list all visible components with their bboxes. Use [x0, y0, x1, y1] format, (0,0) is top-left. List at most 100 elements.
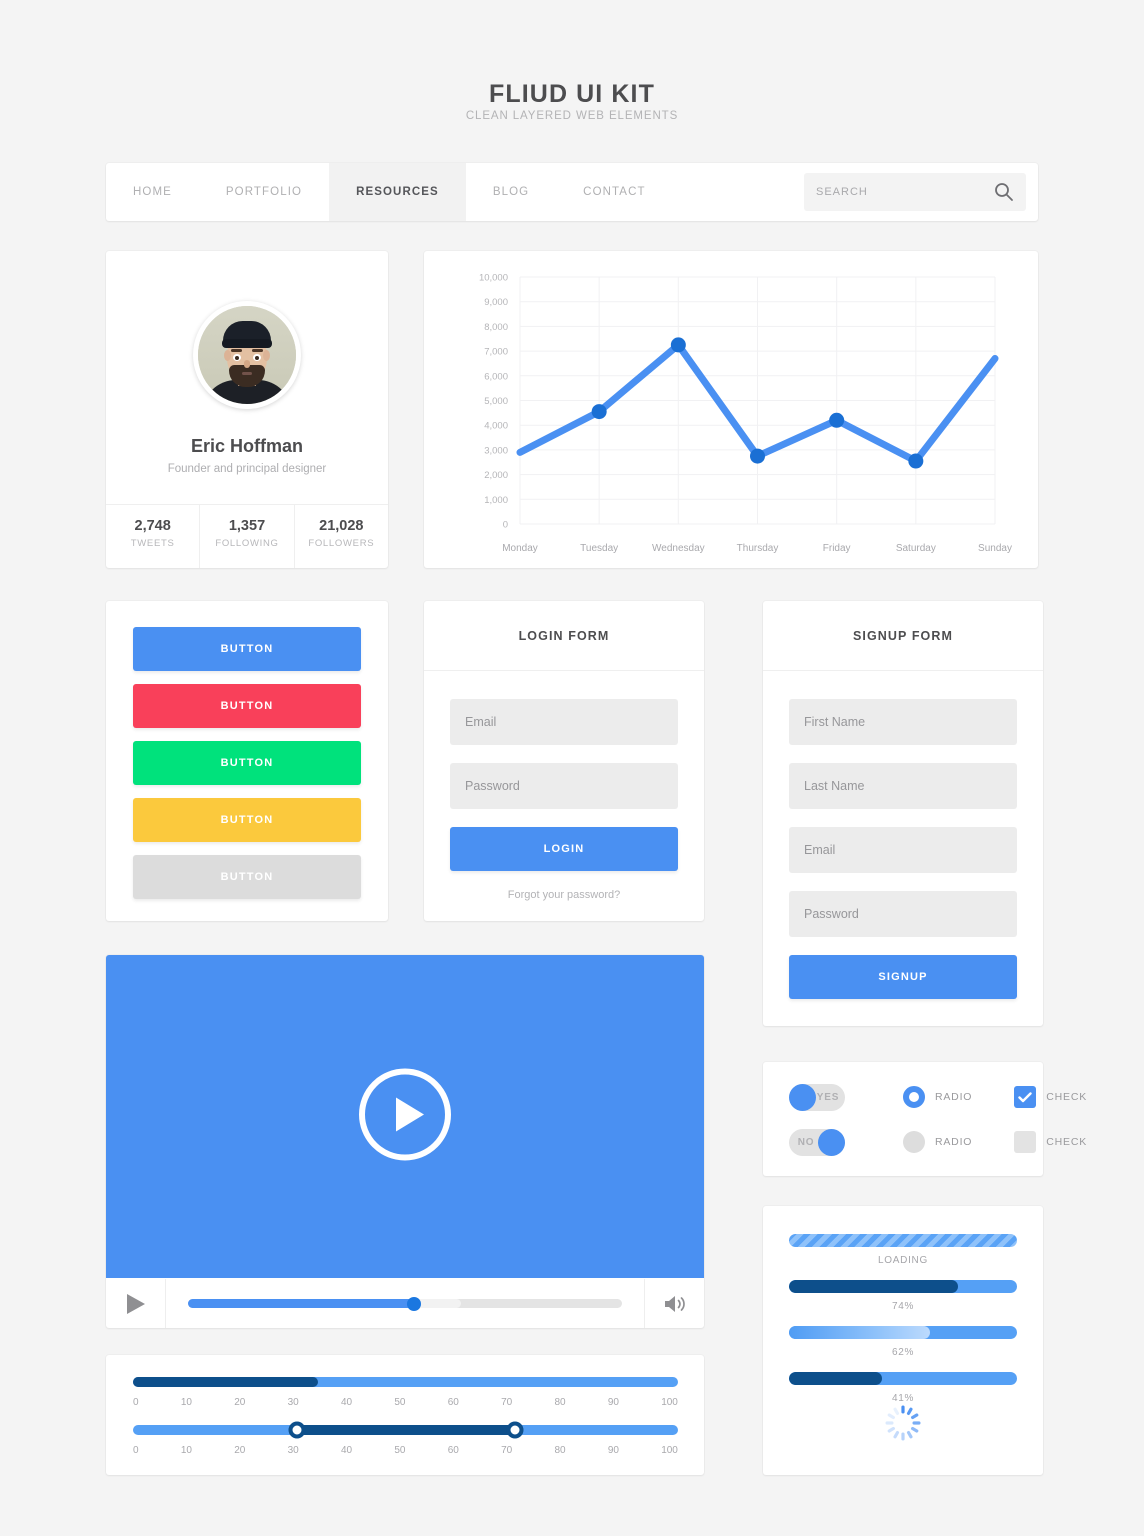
single-slider: 0 10 20 30 40 50 60 70 80 90 100 [133, 1377, 678, 1408]
navbar-spacer [673, 163, 804, 221]
single-slider-track[interactable] [133, 1377, 678, 1387]
play-circle-icon[interactable] [355, 1064, 455, 1169]
radio-selected-icon[interactable] [903, 1086, 925, 1108]
radio-unselected-icon[interactable] [903, 1131, 925, 1153]
slider-tick: 80 [554, 1397, 566, 1408]
button-success[interactable]: BUTTON [133, 741, 361, 785]
nav-item-blog[interactable]: BLOG [466, 163, 556, 221]
profile-name: Eric Hoffman [190, 436, 304, 456]
video-progress-cell[interactable] [166, 1296, 644, 1311]
slider-tick: 30 [287, 1445, 299, 1456]
search-icon[interactable] [994, 182, 1014, 207]
range-slider-handle-low[interactable] [288, 1421, 305, 1439]
svg-text:Thursday: Thursday [737, 543, 779, 554]
slider-tick: 60 [447, 1445, 459, 1456]
slider-tick: 10 [180, 1397, 192, 1408]
volume-icon[interactable] [644, 1279, 704, 1328]
svg-text:4,000: 4,000 [484, 421, 508, 432]
slider-tick: 50 [394, 1397, 406, 1408]
button-disabled[interactable]: BUTTON [133, 855, 361, 899]
single-slider-fill [133, 1377, 319, 1387]
profile-stats: 2,748 TWEETS 1,357 FOLLOWING 21,028 FOLL… [106, 504, 388, 568]
line-chart-card: 10,000 9,000 8,000 7,000 6,000 5,000 4,000 3,00… [424, 251, 1038, 568]
slider-tick: 100 [661, 1445, 678, 1456]
progress-bar-74 [789, 1280, 1017, 1293]
slider-tick: 30 [287, 1397, 299, 1408]
page-subtitle: CLEAN LAYERED WEB ELEMENTS [465, 110, 679, 122]
login-password-field[interactable] [450, 763, 678, 809]
button-primary[interactable]: BUTTON [133, 627, 361, 671]
signup-email-field[interactable] [789, 827, 1017, 873]
svg-text:2,000: 2,000 [484, 470, 508, 481]
single-slider-ticks: 0 10 20 30 40 50 60 70 80 90 100 [133, 1397, 678, 1408]
slider-tick: 20 [234, 1397, 246, 1408]
stat-label: TWEETS [130, 538, 175, 549]
avatar [193, 301, 301, 409]
slider-tick: 40 [340, 1397, 353, 1408]
toggle-no[interactable]: NO [789, 1128, 845, 1156]
progress-bar-fill [789, 1372, 883, 1385]
svg-text:Saturday: Saturday [896, 543, 936, 554]
slider-tick: 0 [133, 1397, 139, 1408]
toggle-yes[interactable]: YES [789, 1083, 845, 1111]
video-progress-handle[interactable] [406, 1296, 421, 1311]
slider-tick: 70 [501, 1445, 513, 1456]
range-slider-handle-high[interactable] [506, 1421, 523, 1439]
stat-followers[interactable]: 21,028 FOLLOWERS [295, 505, 388, 568]
nav-item-resources[interactable]: RESOURCES [329, 163, 466, 221]
signup-password-field[interactable] [789, 891, 1017, 937]
search-input[interactable] [816, 186, 986, 198]
search-box[interactable] [804, 173, 1026, 211]
checkbox-unchecked-icon[interactable] [1014, 1131, 1037, 1153]
avatar-photo [198, 306, 296, 404]
nav-item-portfolio[interactable]: PORTFOLIO [199, 163, 329, 221]
slider-tick: 40 [340, 1445, 353, 1456]
range-slider: 0 10 20 30 40 50 60 70 80 90 100 [133, 1421, 678, 1456]
button-warning[interactable]: BUTTON [133, 798, 361, 842]
button-danger[interactable]: BUTTON [133, 684, 361, 728]
main-navbar: HOME PORTFOLIO RESOURCES BLOG CONTACT [106, 163, 1038, 221]
signup-last-name-field[interactable] [789, 763, 1017, 809]
chart-gridlines [519, 276, 996, 525]
loading-spinner-icon [884, 1404, 922, 1447]
progress-bar-62 [789, 1326, 1017, 1339]
login-button[interactable]: LOGIN [450, 827, 678, 871]
stat-following[interactable]: 1,357 FOLLOWING [200, 505, 295, 568]
checkbox-checked-label: CHECK [1046, 1091, 1088, 1103]
buttons-card: BUTTON BUTTON BUTTON BUTTON BUTTON [106, 601, 388, 921]
stat-label: FOLLOWING [215, 538, 279, 549]
progress-label-41: 41% [891, 1393, 915, 1404]
video-played-range [188, 1299, 414, 1308]
login-email-field[interactable] [450, 699, 678, 745]
svg-text:10,000: 10,000 [479, 273, 508, 284]
stat-tweets[interactable]: 2,748 TWEETS [106, 505, 201, 568]
forgot-password-link[interactable]: Forgot your password? [424, 889, 704, 901]
chart-x-axis-labels: Monday Tuesday Wednesday Thursday Friday Satu… [502, 543, 1012, 554]
toggle-knob [789, 1083, 816, 1111]
play-icon[interactable] [106, 1279, 166, 1328]
range-slider-fill [296, 1425, 515, 1435]
video-screen[interactable] [106, 955, 704, 1278]
loading-progress-bar [789, 1234, 1017, 1247]
stat-value: 2,748 [134, 518, 171, 534]
signup-first-name-field[interactable] [789, 699, 1017, 745]
radio-selected-label: RADIO [935, 1091, 973, 1103]
progress-label-62: 62% [891, 1347, 915, 1358]
video-progress-track[interactable] [188, 1296, 622, 1311]
checkbox-checked-icon[interactable] [1014, 1086, 1037, 1108]
svg-text:5,000: 5,000 [484, 396, 508, 407]
slider-tick: 90 [607, 1397, 619, 1408]
range-slider-track[interactable] [133, 1421, 678, 1439]
loading-progress-label: LOADING [878, 1255, 928, 1266]
nav-item-home[interactable]: HOME [106, 163, 199, 221]
nav-item-contact[interactable]: CONTACT [556, 163, 672, 221]
signup-form-title: SIGNUP FORM [763, 601, 1043, 671]
signup-button[interactable]: SIGNUP [789, 955, 1017, 999]
page-title: FLIUD UI KIT [489, 80, 655, 108]
progress-bar-fill [789, 1326, 931, 1339]
range-slider-ticks: 0 10 20 30 40 50 60 70 80 90 100 [133, 1445, 678, 1456]
stat-label: FOLLOWERS [308, 538, 375, 549]
slider-tick: 10 [180, 1445, 192, 1456]
form-controls-card: YES RADIO CHECK NO RADIO CHECK [763, 1062, 1086, 1176]
svg-text:8,000: 8,000 [484, 322, 508, 333]
